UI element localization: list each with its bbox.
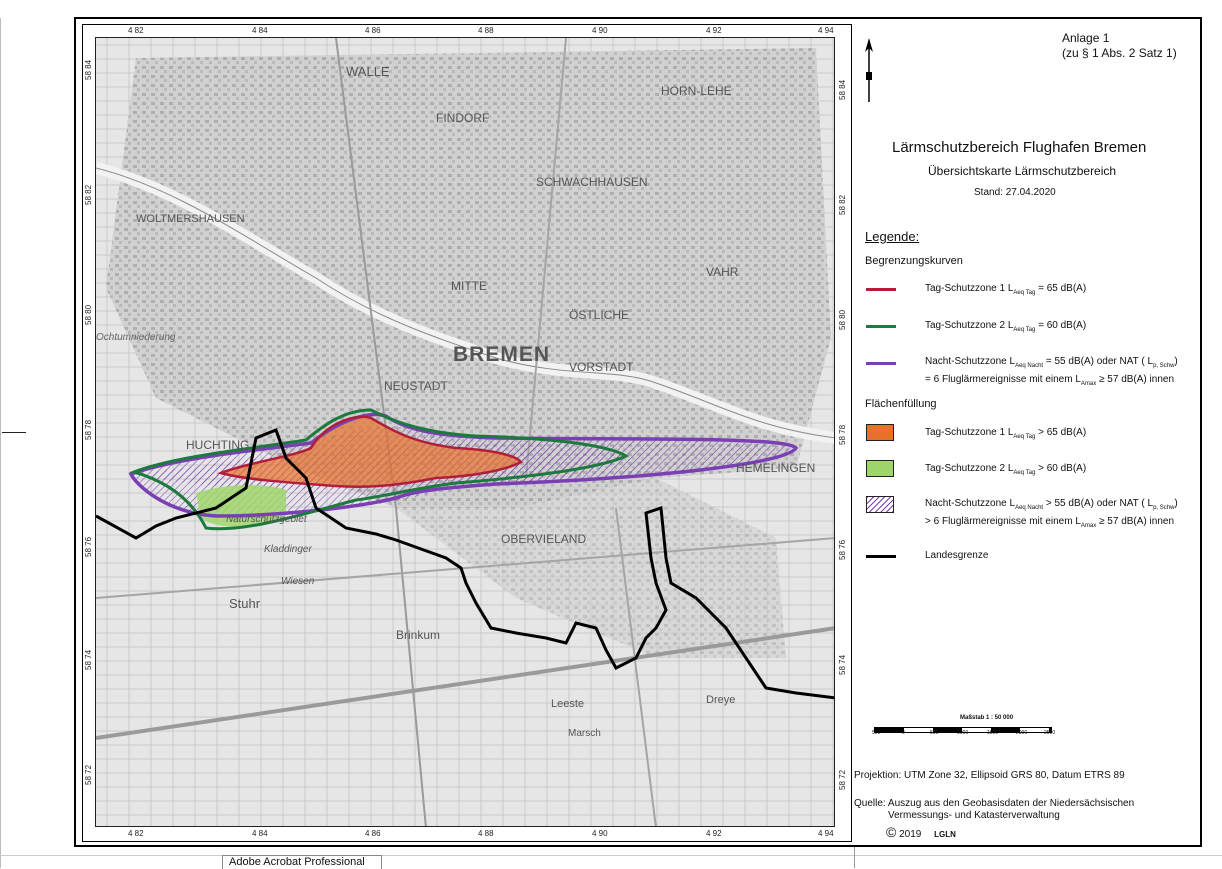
map-title: Lärmschutzbereich Flughafen Bremen [892, 139, 1147, 156]
legend-nacht-curve: Nacht-Schutzzone LAeq Nacht = 55 dB(A) o… [925, 356, 1178, 387]
place-label: VAHR [706, 265, 739, 279]
place-label: WOLTMERSHAUSEN [136, 213, 245, 225]
place-label: Brinkum [396, 628, 441, 642]
annex-label: Anlage 1 (zu § 1 Abs. 2 Satz 1) [1062, 31, 1177, 61]
page-tick-mark [2, 432, 26, 433]
grid-label-x: 4 84 [252, 829, 268, 838]
place-label: NEUSTADT [384, 379, 448, 393]
scale-tick: 2000 [1016, 730, 1028, 736]
scale-tick: 1000 [957, 730, 969, 736]
grid-label-y: 58 72 [838, 769, 847, 790]
grid-label-x: 4 82 [128, 26, 144, 35]
page-edge-line [0, 18, 1, 868]
lgln-logo: LGLN [934, 830, 956, 839]
place-label: FINDORF [436, 111, 490, 125]
place-label: WALLE [346, 64, 390, 79]
legend-tag1-fill: Tag-Schutzzone 1 LAeq Tag > 65 dB(A) [925, 427, 1087, 440]
map-canvas[interactable]: WALLE FINDORF HORN-LEHE SCHWACHHAUSEN WO… [95, 37, 835, 827]
map-subtitle: Übersichtskarte Lärmschutzbereich [928, 164, 1117, 178]
grid-label-y: 58 72 [84, 764, 93, 785]
scale-tick: 500 [872, 730, 881, 736]
copyright-text: © 2019 LGLN [886, 824, 956, 840]
grid-label-y: 58 82 [84, 184, 93, 205]
place-label: ÖSTLICHE [569, 308, 630, 322]
grid-label-y: 58 74 [84, 649, 93, 670]
scale-tick: 0 [902, 730, 905, 736]
grid-label-y: 58 76 [838, 539, 847, 560]
grid-label-y: 58 76 [84, 536, 93, 557]
legend-tag2-fill: Tag-Schutzzone 2 LAeq Tag > 60 dB(A) [925, 463, 1087, 476]
place-label: HEMELINGEN [736, 461, 816, 475]
city-label: BREMEN [453, 343, 551, 366]
grid-label-x: 4 94 [818, 26, 834, 35]
grid-label-x: 4 88 [478, 829, 494, 838]
grid-label-y: 58 80 [84, 304, 93, 325]
grid-label-x: 4 92 [706, 829, 722, 838]
place-label: Wiesen [281, 576, 315, 587]
scale-tick: 1500 [987, 730, 999, 736]
annex-line2: (zu § 1 Abs. 2 Satz 1) [1062, 46, 1177, 60]
grid-label-x: 4 82 [128, 829, 144, 838]
map-date: Stand: 27.04.2020 [974, 187, 1056, 198]
annex-line1: Anlage 1 [1062, 31, 1110, 45]
nacht-line-swatch [866, 362, 896, 365]
copyright-icon: © [886, 824, 897, 840]
tag2-line-swatch [866, 325, 896, 328]
grid-label-y: 58 78 [838, 424, 847, 445]
tag1-line-swatch [866, 288, 896, 291]
scale-tick: 500 [930, 730, 939, 736]
tag1-fill-swatch [866, 424, 894, 441]
legend-panel: Anlage 1 (zu § 1 Abs. 2 Satz 1) Lärmschu… [852, 24, 1196, 842]
grid-label-y: 58 80 [838, 309, 847, 330]
source-text: Quelle: Auszug aus den Geobasisdaten der… [854, 798, 1135, 821]
grid-label-y: 58 84 [838, 79, 847, 100]
place-label: Marsch [568, 728, 601, 739]
place-label: VORSTADT [569, 360, 634, 374]
place-label: Ochtumniederung [96, 332, 176, 343]
tag2-fill-swatch [866, 460, 894, 477]
footer-divider [854, 847, 855, 868]
landesgrenze-swatch [866, 555, 896, 558]
scale-label: Maßstab 1 : 50 000 [960, 715, 1014, 721]
grid-label-y: 58 78 [84, 419, 93, 440]
legend-heading: Legende: [865, 229, 920, 244]
legend-section-curves: Begrenzungskurven [865, 255, 963, 267]
grid-label-y: 58 82 [838, 194, 847, 215]
acrobat-tab[interactable]: Adobe Acrobat Professional [222, 855, 382, 869]
grid-label-x: 4 88 [478, 26, 494, 35]
place-label: Kladdinger [264, 544, 312, 555]
projection-text: Projektion: UTM Zone 32, Ellipsoid GRS 8… [854, 770, 1125, 781]
north-arrow-icon [865, 38, 873, 102]
place-label: Dreye [706, 694, 736, 706]
place-label: HUCHTING [186, 438, 250, 452]
place-label: Leeste [551, 698, 585, 710]
place-label: SCHWACHHAUSEN [536, 175, 648, 189]
place-label: OBERVIELAND [501, 532, 587, 546]
grid-label-y: 58 84 [84, 59, 93, 80]
place-label: Naturschutzgebiet [226, 514, 307, 525]
place-label: Stuhr [229, 596, 261, 611]
legend-tag2-curve: Tag-Schutzzone 2 LAeq Tag = 60 dB(A) [925, 320, 1087, 333]
place-label: HORN-LEHE [661, 84, 732, 98]
grid-label-x: 4 94 [818, 829, 834, 838]
grid-label-y: 58 74 [838, 654, 847, 675]
grid-label-x: 4 84 [252, 26, 268, 35]
nacht-fill-swatch [866, 496, 894, 513]
place-label: MITTE [451, 279, 487, 293]
grid-label-x: 4 90 [592, 829, 608, 838]
legend-landesgrenze: Landesgrenze [925, 550, 989, 561]
grid-label-x: 4 86 [365, 26, 381, 35]
legend-nacht-fill: Nacht-Schutzzone LAeq Nacht > 55 dB(A) o… [925, 498, 1178, 529]
grid-label-x: 4 86 [365, 829, 381, 838]
scale-tick: 2500 [1044, 730, 1056, 736]
legend-tag1-curve: Tag-Schutzzone 1 LAeq Tag = 65 dB(A) [925, 283, 1087, 296]
legend-section-fill: Flächenfüllung [865, 398, 937, 410]
noise-zone-map [96, 38, 834, 826]
footer-separator [0, 855, 1222, 856]
grid-label-x: 4 92 [706, 26, 722, 35]
grid-label-x: 4 90 [592, 26, 608, 35]
